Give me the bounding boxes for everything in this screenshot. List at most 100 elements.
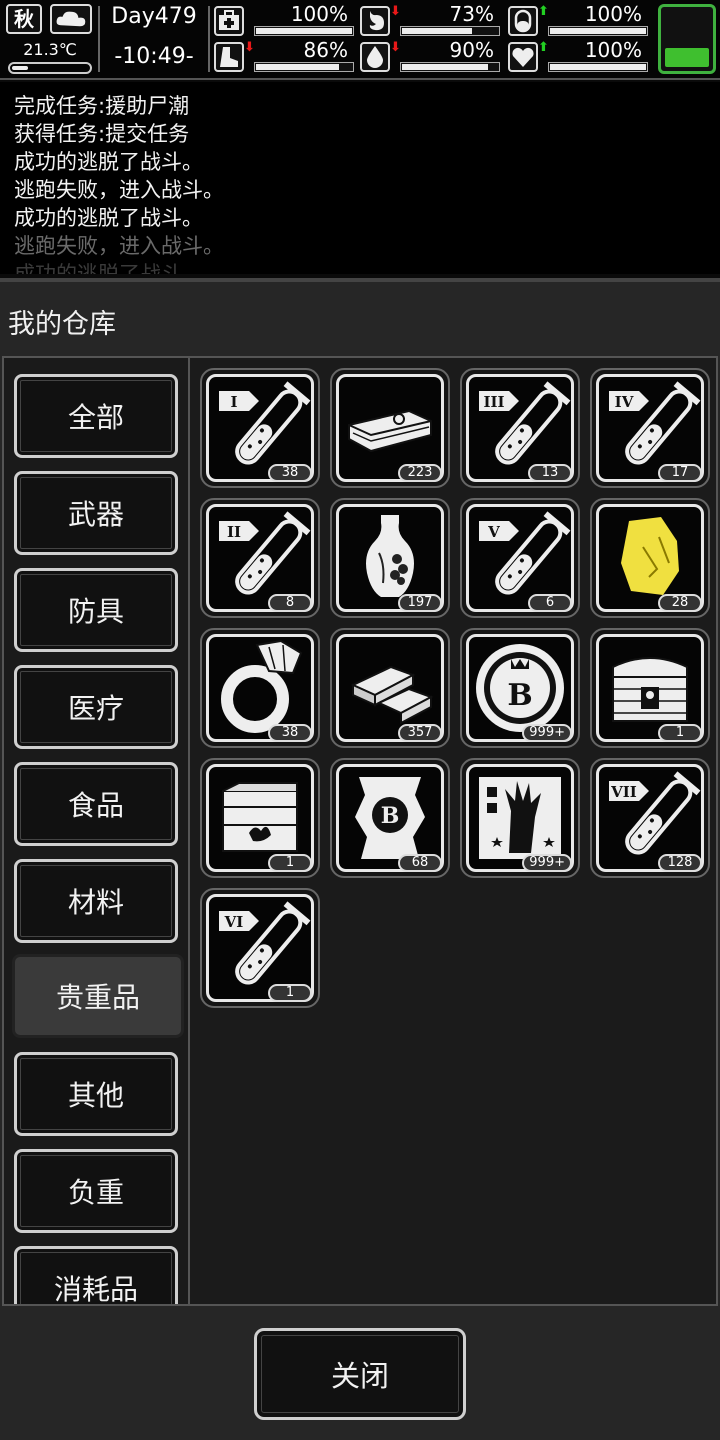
message-log[interactable]: 完成任务:援助尸潮 获得任务:提交任务 成功的逃脱了战斗。 逃跑失败，进入战斗。… xyxy=(0,82,720,274)
item-count-badge: 17 xyxy=(658,464,702,482)
svg-text:IV: IV xyxy=(615,393,634,411)
cloud-icon xyxy=(50,4,92,34)
trend-arrow: ⬇ xyxy=(390,4,401,19)
stat-bar-fill xyxy=(402,28,473,34)
category-all[interactable]: 全部 xyxy=(14,374,178,458)
temperature-bar-fill xyxy=(12,66,28,70)
log-line: 逃跑失败，进入战斗。 xyxy=(14,178,224,202)
category-weapons[interactable]: 武器 xyxy=(14,471,178,555)
inventory-slot[interactable]: III 13 xyxy=(460,368,580,488)
category-valuables[interactable]: 贵重品 xyxy=(12,954,184,1038)
item-count-badge: 999+ xyxy=(522,854,572,872)
item-count-badge: 38 xyxy=(268,724,312,742)
stat-thirst: ⬇ 90% xyxy=(360,38,500,74)
svg-text:VI: VI xyxy=(224,913,244,931)
stat-value: 100% xyxy=(584,2,642,26)
svg-text:III: III xyxy=(483,393,504,411)
inventory-slot[interactable]: B 999+ xyxy=(460,628,580,748)
season-indicator: 秋 xyxy=(6,4,42,34)
stat-value: 86% xyxy=(303,38,348,62)
stat-value: 73% xyxy=(449,2,494,26)
category-food[interactable]: 食品 xyxy=(14,762,178,846)
item-count-badge: 223 xyxy=(398,464,442,482)
stat-bar-fill xyxy=(402,64,489,70)
item-count-badge: 8 xyxy=(268,594,312,612)
close-button[interactable]: 关闭 xyxy=(254,1328,466,1420)
stat-value: 100% xyxy=(290,2,348,26)
water-drop-icon xyxy=(360,42,390,72)
item-count-badge: 1 xyxy=(268,854,312,872)
item-count-badge: 38 xyxy=(268,464,312,482)
category-consumables[interactable]: 消耗品 xyxy=(14,1246,178,1304)
category-carry[interactable]: 负重 xyxy=(14,1149,178,1233)
stat-stamina: ⬇ 86% xyxy=(214,38,354,74)
inventory-slot[interactable]: 999+ xyxy=(460,758,580,878)
category-other[interactable]: 其他 xyxy=(14,1052,178,1136)
category-medical[interactable]: 医疗 xyxy=(14,665,178,749)
svg-text:B: B xyxy=(507,678,532,713)
battery-indicator[interactable] xyxy=(658,4,716,74)
svg-text:I: I xyxy=(230,393,237,411)
stat-spirit: ⬆ 100% xyxy=(508,38,648,74)
log-line: 完成任务:援助尸潮 xyxy=(14,94,190,118)
divider xyxy=(208,6,210,72)
trend-arrow: ⬆ xyxy=(538,4,549,19)
inventory-slot[interactable]: I 38 xyxy=(200,368,320,488)
game-clock: -10:49- xyxy=(114,44,194,69)
trend-arrow: ⬆ xyxy=(538,40,549,55)
svg-text:B: B xyxy=(381,803,400,829)
log-line: 逃跑失败，进入战斗。 xyxy=(14,234,224,258)
category-armor[interactable]: 防具 xyxy=(14,568,178,652)
stat-value: 90% xyxy=(449,38,494,62)
battery-fill xyxy=(665,48,709,67)
item-count-badge: 28 xyxy=(658,594,702,612)
inventory-slot[interactable]: 28 xyxy=(590,498,710,618)
item-count-badge: 197 xyxy=(398,594,442,612)
inventory-slot[interactable]: 38 xyxy=(200,628,320,748)
inventory-slot[interactable]: 1 xyxy=(200,758,320,878)
stat-health: 100% xyxy=(214,2,354,38)
inventory-slot[interactable]: 1 xyxy=(590,628,710,748)
stat-bar-fill xyxy=(256,28,352,34)
trend-arrow: ⬇ xyxy=(390,40,401,55)
inventory-slot[interactable]: II 8 xyxy=(200,498,320,618)
inventory-slot[interactable]: 223 xyxy=(330,368,450,488)
category-materials[interactable]: 材料 xyxy=(14,859,178,943)
pill-icon xyxy=(508,6,538,36)
log-line: 成功的逃脱了战斗。 xyxy=(14,206,203,230)
inventory-slot[interactable]: VI 1 xyxy=(200,888,320,1008)
medkit-icon xyxy=(214,6,244,36)
item-count-badge: 6 xyxy=(528,594,572,612)
inventory-slot[interactable]: V 6 xyxy=(460,498,580,618)
stat-bar-fill xyxy=(550,28,646,34)
warehouse-panel: 我的仓库 全部 武器 防具 医疗 食品 材料 贵重品 其他 负重 消耗品 I 3… xyxy=(0,278,720,1440)
item-count-badge: 1 xyxy=(658,724,702,742)
stat-mood: ⬆ 100% xyxy=(508,2,648,38)
log-line: 成功的逃脱了战斗。 xyxy=(14,262,203,274)
day-counter: Day479 xyxy=(111,4,197,29)
inventory-slot[interactable]: 357 xyxy=(330,628,450,748)
svg-text:V: V xyxy=(487,523,500,541)
svg-text:II: II xyxy=(227,523,241,541)
panel-title: 我的仓库 xyxy=(8,309,116,340)
inventory-slot[interactable]: VII 128 xyxy=(590,758,710,878)
item-count-badge: 357 xyxy=(398,724,442,742)
log-line: 成功的逃脱了战斗。 xyxy=(14,150,203,174)
stat-hunger: ⬇ 73% xyxy=(360,2,500,38)
inventory-slot[interactable]: 197 xyxy=(330,498,450,618)
stat-bar-fill xyxy=(550,64,646,70)
stat-value: 100% xyxy=(584,38,642,62)
item-count-badge: 1 xyxy=(268,984,312,1002)
temperature-bar xyxy=(8,62,92,74)
inventory-slot[interactable]: IV 17 xyxy=(590,368,710,488)
boot-icon xyxy=(214,42,244,72)
item-count-badge: 13 xyxy=(528,464,572,482)
item-count-badge: 999+ xyxy=(522,724,572,742)
trend-arrow: ⬇ xyxy=(244,40,255,55)
warehouse-body: 全部 武器 防具 医疗 食品 材料 贵重品 其他 负重 消耗品 I 38 223 xyxy=(2,356,718,1306)
inventory-slot[interactable]: B 68 xyxy=(330,758,450,878)
heart-icon xyxy=(508,42,538,72)
category-sidebar[interactable]: 全部 武器 防具 医疗 食品 材料 贵重品 其他 负重 消耗品 xyxy=(4,358,190,1304)
stomach-icon xyxy=(360,6,390,36)
status-bar: 秋 21.3℃ Day479 -10:49- 100% ⬇ 73% ⬆ 100% xyxy=(0,0,720,80)
